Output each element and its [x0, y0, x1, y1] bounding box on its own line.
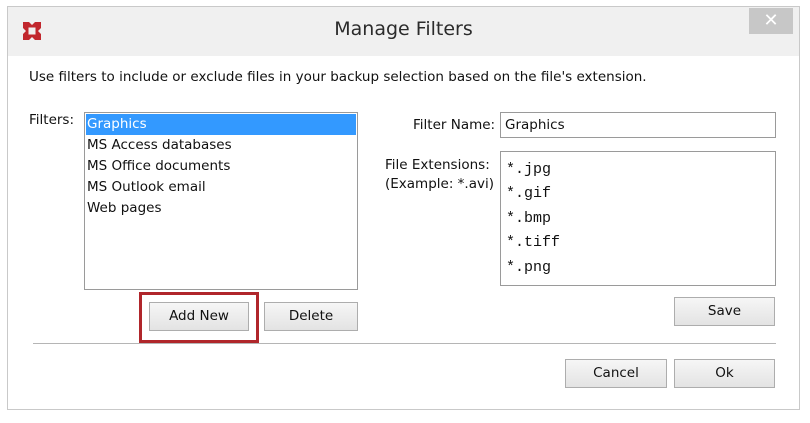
filter-name-input[interactable]: Graphics [500, 112, 776, 138]
save-button[interactable]: Save [674, 297, 775, 326]
filter-item-graphics[interactable]: Graphics [86, 114, 356, 135]
close-icon: ✕ [763, 10, 779, 31]
dialog-body: Use filters to include or exclude files … [8, 56, 799, 409]
file-extensions-example: (Example: *.avi) [385, 176, 494, 192]
close-button[interactable]: ✕ [749, 8, 793, 34]
extension-line: *.png [506, 258, 552, 276]
cancel-button[interactable]: Cancel [565, 359, 667, 388]
extension-line: *.jpg [506, 161, 552, 178]
filters-label: Filters: [29, 112, 75, 128]
extension-line: *.tiff [506, 234, 561, 252]
instructions-text: Use filters to include or exclude files … [29, 69, 647, 85]
filter-item-web-pages[interactable]: Web pages [86, 198, 356, 219]
add-new-highlight [139, 292, 259, 343]
filter-item-ms-access[interactable]: MS Access databases [86, 135, 356, 156]
extension-line: *.bmp [506, 209, 552, 227]
dialog-title: Manage Filters [334, 18, 473, 40]
ok-button[interactable]: Ok [674, 359, 775, 388]
delete-button[interactable]: Delete [264, 302, 358, 331]
title-bar[interactable]: Manage Filters ✕ [8, 7, 799, 56]
file-extensions-label: File Extensions: [385, 157, 490, 173]
filters-list[interactable]: Graphics MS Access databases MS Office d… [84, 112, 358, 290]
filter-name-label: Filter Name: [413, 117, 496, 133]
filter-item-ms-outlook[interactable]: MS Outlook email [86, 177, 356, 198]
divider [33, 343, 776, 344]
extension-line: *.gif [506, 185, 552, 203]
manage-filters-dialog: Manage Filters ✕ Use filters to include … [7, 6, 800, 410]
filter-item-ms-office[interactable]: MS Office documents [86, 156, 356, 177]
file-extensions-textarea[interactable]: *.jpg *.gif *.bmp *.tiff *.png [500, 151, 776, 286]
